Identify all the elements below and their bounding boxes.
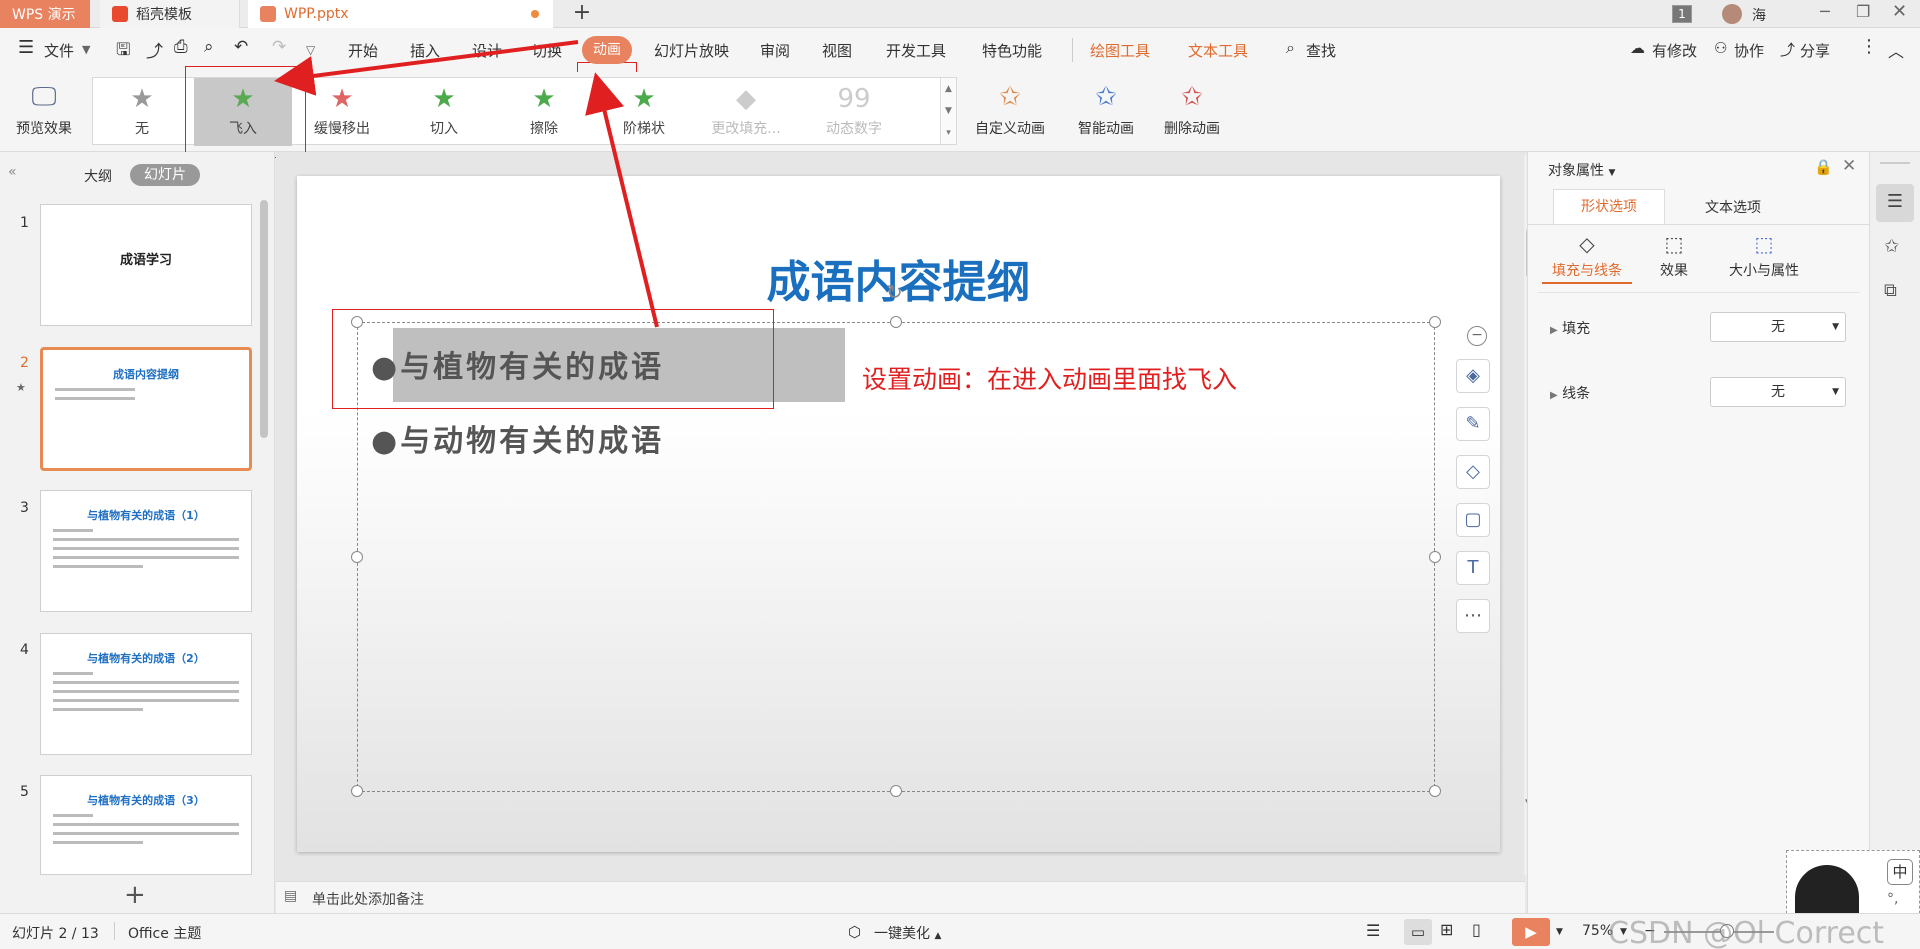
divider <box>1528 224 1870 225</box>
theme-name[interactable]: Office 主题 <box>128 923 201 943</box>
normal-view-icon[interactable]: ▭ <box>1404 919 1432 945</box>
chevron-down-icon: ▼ <box>1832 322 1839 332</box>
subtab-fill-line[interactable]: ◇ 填充与线条 <box>1542 232 1632 284</box>
arrow-to-animation-tab <box>585 72 659 328</box>
play-slideshow-button[interactable]: ▶ <box>1512 918 1550 946</box>
notes-placeholder[interactable]: 单击此处添加备注 <box>312 889 424 909</box>
right-tool-rail: ☰ ✩ ⧉ <box>1869 152 1920 913</box>
ime-punct-icon[interactable]: °, <box>1887 891 1898 907</box>
select-value: 无 <box>1771 384 1785 400</box>
chevron-down-icon[interactable]: ▼ <box>1556 927 1563 937</box>
subtab-label: 填充与线条 <box>1542 260 1632 284</box>
lock-icon[interactable]: 🔒 <box>1814 158 1833 176</box>
fill-line-icon: ◇ <box>1579 232 1595 256</box>
notes-icon: ▤ <box>284 888 298 904</box>
rail-handle <box>1880 162 1910 164</box>
divider <box>114 922 115 940</box>
beautify-button[interactable]: 一键美化 ▲ <box>874 923 941 943</box>
chevron-right-icon: ▶ <box>1550 325 1558 336</box>
arrow-to-fly-in <box>274 40 579 96</box>
panel-title[interactable]: 对象属性 ▼ <box>1548 160 1615 180</box>
chevron-down-icon: ▼ <box>1832 387 1839 397</box>
watermark-text: CSDN @Ol Correct <box>1608 916 1885 949</box>
slides-icon[interactable]: ⧉ <box>1884 280 1897 301</box>
fill-section[interactable]: ▶ 填充 <box>1550 318 1590 338</box>
notes-toggle-icon[interactable]: ☰ <box>1366 921 1380 940</box>
fill-label: 填充 <box>1562 321 1591 337</box>
fill-select[interactable]: 无 ▼ <box>1710 312 1846 342</box>
size-icon: ⬚ <box>1754 232 1774 256</box>
reading-view-icon[interactable]: ▯ <box>1472 920 1481 939</box>
slide-counter[interactable]: 幻灯片 2 / 13 <box>12 923 99 943</box>
chevron-down-icon: ▼ <box>1608 168 1616 178</box>
tab-shape-options[interactable]: 形状选项 <box>1553 189 1665 225</box>
close-panel-icon[interactable]: ✕ <box>1842 156 1856 176</box>
status-bar: 幻灯片 2 / 13 Office 主题 ⬡ 一键美化 ▲ ☰ ▭ ⊞ ▯ ▶ … <box>0 913 1920 949</box>
chevron-right-icon: ▶ <box>1550 390 1558 401</box>
effects-icon: ⬚ <box>1664 232 1684 256</box>
line-label: 线条 <box>1562 386 1591 402</box>
properties-sliders-icon[interactable]: ☰ <box>1876 184 1914 222</box>
line-section[interactable]: ▶ 线条 <box>1550 383 1590 403</box>
notes-bar[interactable]: ▤ 单击此处添加备注 <box>276 881 1525 913</box>
subtab-size-props[interactable]: ⬚ 大小与属性 <box>1714 232 1814 280</box>
ime-chinese-toggle[interactable]: 中 <box>1887 859 1913 885</box>
beautify-label: 一键美化 <box>874 926 930 942</box>
chevron-up-icon: ▲ <box>934 931 942 941</box>
subtab-effects[interactable]: ⬚ 效果 <box>1644 232 1704 280</box>
object-properties-panel: 对象属性 ▼ 🔒 ✕ 形状选项 文本选项 ◇ 填充与线条 ⬚ 效果 ⬚ 大小与属性 ▶… <box>1527 152 1870 913</box>
select-value: 无 <box>1771 319 1785 335</box>
subtab-label: 效果 <box>1660 263 1688 279</box>
beautify-icon[interactable]: ⬡ <box>848 923 861 941</box>
line-select[interactable]: 无 ▼ <box>1710 377 1846 407</box>
sorter-view-icon[interactable]: ⊞ <box>1440 920 1453 939</box>
animation-star-icon[interactable]: ✩ <box>1884 236 1899 257</box>
subtab-label: 大小与属性 <box>1729 263 1799 279</box>
divider <box>1538 292 1860 293</box>
panel-title-text: 对象属性 <box>1548 163 1604 179</box>
tab-text-options[interactable]: 文本选项 <box>1678 197 1788 217</box>
